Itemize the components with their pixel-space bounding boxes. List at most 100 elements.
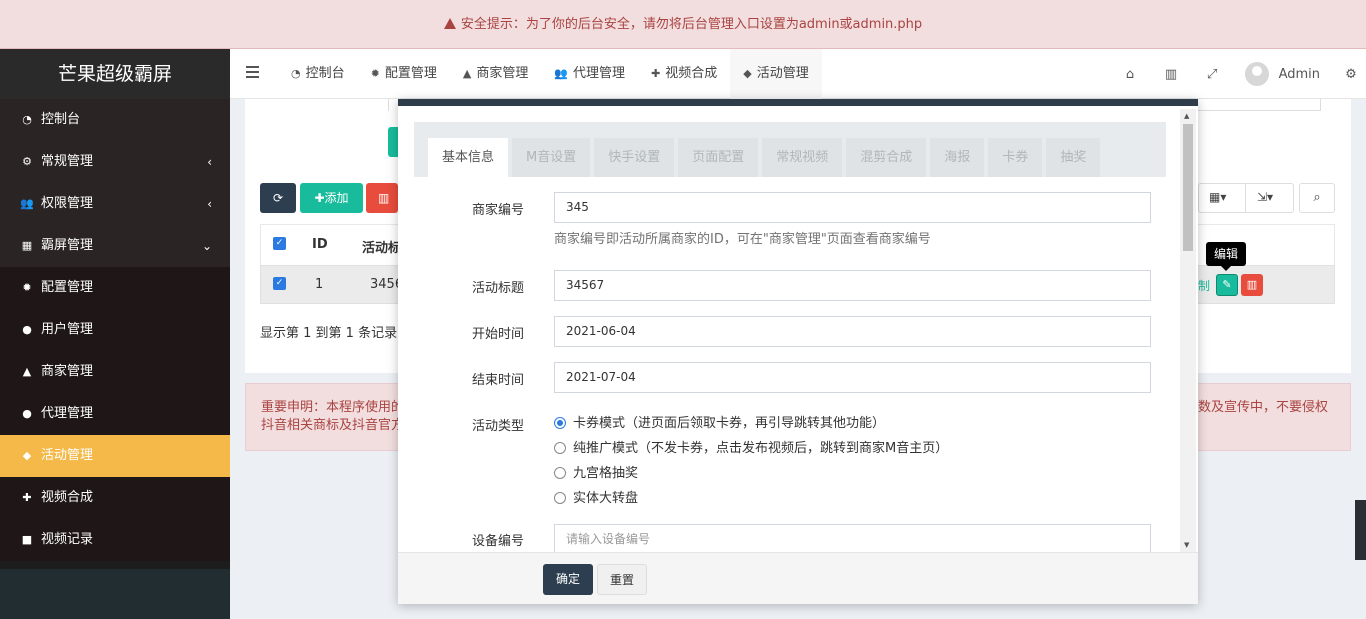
reset-button[interactable]: 重置: [597, 564, 647, 595]
top-right-tools: ⌂ ▥ ⤢ Admin ⚙: [1110, 49, 1366, 99]
grid-icon: ▦: [21, 239, 33, 252]
user-name: Admin: [1278, 66, 1320, 82]
scroll-up-icon[interactable]: ▲: [1184, 112, 1189, 120]
tab-coupon[interactable]: 卡券: [988, 138, 1043, 177]
tab-config[interactable]: ✹ 配置管理: [358, 49, 450, 99]
activity-type-label: 活动类型: [471, 419, 524, 434]
chevron-left-icon: ‹: [207, 197, 212, 211]
activity-title-input[interactable]: 34567: [554, 270, 1151, 301]
tab-agent[interactable]: 👥 代理管理: [541, 49, 638, 99]
home-icon[interactable]: ⌂: [1110, 67, 1151, 82]
security-notice: 安全提示：为了你的后台安全，请勿将后台管理入口设置为admin或admin.ph…: [0, 0, 1366, 49]
sidebar-item-merchant[interactable]: ▲ 商家管理: [0, 351, 230, 393]
modal-scrollbar[interactable]: ▲ ▼: [1180, 109, 1196, 552]
table-tools: ▦▾ ⇲▾: [1198, 183, 1294, 213]
device-id-input[interactable]: 请输入设备编号: [554, 524, 1151, 552]
tab-kuaishou[interactable]: 快手设置: [594, 138, 675, 177]
avatar: [1244, 62, 1269, 86]
video-icon: ■: [21, 533, 33, 546]
disclaimer-line1-right: 数及宣传中，不要侵权: [1197, 400, 1328, 415]
device-id-label: 设备编号: [471, 534, 524, 549]
tab-normal-video[interactable]: 常规视频: [762, 138, 843, 177]
export-icon[interactable]: ⇲▾: [1257, 190, 1273, 204]
modal-tabs: 基本信息 M音设置 快手设置 页面配置 常规视频 混剪合成 海报 卡券 抽奖: [428, 138, 1104, 177]
sidebar-menu: ◔ 控制台 ⚙ 常规管理 ‹ 👥 权限管理 ‹ ▦ 霸屏管理 ⌄ ✹ 配置管理 ● 用户管理 ▲ 商…: [0, 99, 230, 569]
cogs-icon[interactable]: ⚙: [1336, 67, 1366, 82]
tab-video-compose[interactable]: ✚ 视频合成: [638, 49, 730, 99]
sidebar-item-activity[interactable]: ◆ 活动管理: [0, 435, 230, 477]
brand-logo[interactable]: 芒果超级霸屏: [0, 49, 230, 99]
sidebar-item-users[interactable]: ● 用户管理: [0, 309, 230, 351]
activity-type-coupon[interactable]: 卡券模式（进页面后领取卡券，再引导跳转其他功能）: [554, 414, 885, 434]
merchant-icon: ▲: [462, 67, 472, 80]
security-notice-text: 安全提示：为了你的后台安全，请勿将后台管理入口设置为admin或admin.ph…: [460, 17, 923, 32]
columns-icon[interactable]: ▦▾: [1209, 190, 1226, 204]
refresh-button[interactable]: ⟳: [260, 183, 296, 213]
dashboard-icon: ◔: [22, 113, 32, 126]
merchant-id-help: 商家编号即活动所属商家的ID，可在"商家管理"页面查看商家编号: [554, 232, 931, 247]
tab-merchant[interactable]: ▲ 商家管理: [450, 49, 541, 99]
users-icon: 👥: [20, 197, 34, 210]
refresh-icon: ⟳: [272, 191, 284, 205]
tab-basic-info[interactable]: 基本信息: [428, 138, 509, 177]
menu-toggle-icon[interactable]: [246, 66, 259, 78]
col-title: 活动标: [362, 241, 402, 256]
merchant-id-input[interactable]: 345: [554, 192, 1151, 223]
activity-type-grid-lottery[interactable]: 九宫格抽奖: [554, 464, 638, 484]
modal-footer: 确定 重置: [398, 552, 1198, 604]
user-menu[interactable]: Admin: [1244, 62, 1336, 86]
row-checkbox[interactable]: ✓: [273, 277, 286, 290]
radio-icon: [554, 467, 566, 479]
warning-icon: [443, 18, 456, 29]
scrollbar-thumb[interactable]: [1183, 124, 1193, 251]
tab-lottery[interactable]: 抽奖: [1046, 138, 1101, 177]
activity-type-wheel[interactable]: 实体大转盘: [554, 489, 638, 509]
sidebar-item-dashboard[interactable]: ◔ 控制台: [0, 99, 230, 141]
select-all-checkbox[interactable]: ✓: [273, 237, 286, 250]
radio-checked-icon: [554, 417, 566, 429]
radio-icon: [554, 492, 566, 504]
plus-icon: ✚: [314, 191, 325, 205]
row-delete-button[interactable]: ▥: [1241, 274, 1263, 296]
trash-icon: ▥: [1246, 278, 1258, 291]
confirm-button[interactable]: 确定: [543, 564, 593, 595]
activity-type-promo[interactable]: 纯推广模式（不发卡券，点击发布视频后，跳转到商家M音主页）: [554, 439, 948, 459]
fullscreen-icon[interactable]: ⤢: [1192, 67, 1233, 82]
radio-icon: [554, 442, 566, 454]
tab-mix-compose[interactable]: 混剪合成: [846, 138, 927, 177]
tag-icon: ◆: [22, 449, 32, 462]
tab-m-audio[interactable]: M音设置: [512, 138, 591, 177]
add-button[interactable]: ✚添加: [300, 183, 363, 213]
tab-dashboard[interactable]: ◔ 控制台: [278, 49, 358, 99]
scroll-down-icon[interactable]: ▼: [1184, 541, 1189, 549]
chevron-down-icon: ⌄: [201, 239, 212, 253]
modal-header-bar: [398, 99, 1198, 106]
start-time-input[interactable]: 2021-06-04: [554, 316, 1151, 347]
search-field-edge: [388, 99, 398, 111]
tab-page-config[interactable]: 页面配置: [678, 138, 759, 177]
sidebar-item-permission[interactable]: 👥 权限管理 ‹: [0, 183, 230, 225]
sidebar-item-general[interactable]: ⚙ 常规管理 ‹: [0, 141, 230, 183]
puzzle-icon: ✚: [22, 491, 32, 504]
end-time-input[interactable]: 2021-07-04: [554, 362, 1151, 393]
side-widget[interactable]: [1355, 500, 1366, 560]
trash-icon[interactable]: ▥: [1151, 67, 1192, 82]
row-id: 1: [315, 277, 324, 292]
col-id: ID: [312, 237, 328, 252]
edit-button[interactable]: ✎: [1216, 274, 1238, 296]
sidebar-item-agent[interactable]: ● 代理管理: [0, 393, 230, 435]
sidebar-item-video-record[interactable]: ■ 视频记录: [0, 519, 230, 561]
search-icon[interactable]: ⌕: [1299, 183, 1335, 213]
modal-tabs-bar: 基本信息 M音设置 快手设置 页面配置 常规视频 混剪合成 海报 卡券 抽奖: [414, 122, 1166, 177]
user-icon: ●: [22, 407, 32, 420]
tab-poster[interactable]: 海报: [930, 138, 985, 177]
sidebar-item-video-compose[interactable]: ✚ 视频合成: [0, 477, 230, 519]
chevron-left-icon: ‹: [207, 155, 212, 169]
trash-icon: ▥: [378, 191, 390, 205]
top-nav-tabs: ◔ 控制台 ✹ 配置管理 ▲ 商家管理 👥 代理管理 ✚ 视频合成 ◆ 活动管理: [278, 49, 822, 99]
dashboard-icon: ◔: [291, 67, 301, 80]
delete-button[interactable]: ▥删: [366, 183, 398, 235]
tab-activity[interactable]: ◆ 活动管理: [730, 49, 822, 99]
sidebar-item-config[interactable]: ✹ 配置管理: [0, 267, 230, 309]
sidebar-item-screen[interactable]: ▦ 霸屏管理 ⌄: [0, 225, 230, 267]
